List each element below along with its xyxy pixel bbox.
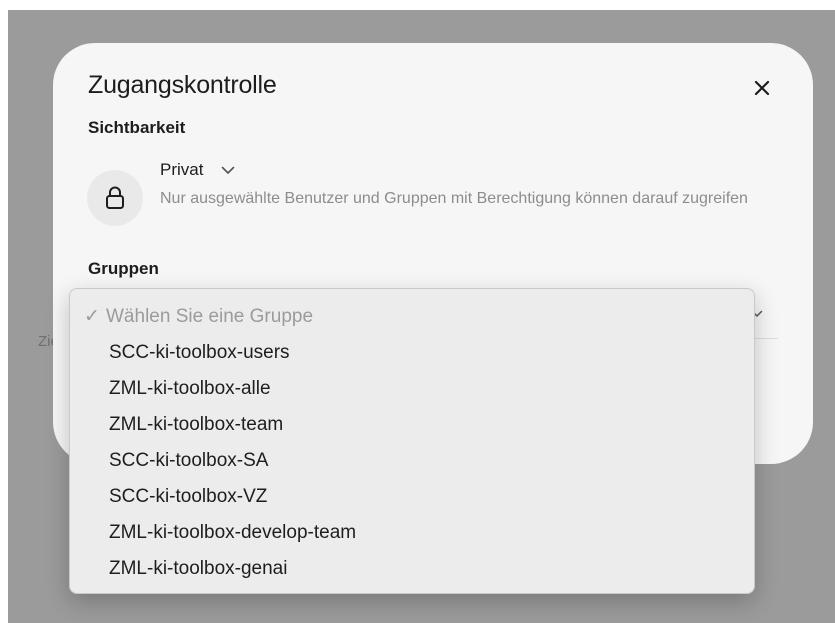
dropdown-option[interactable]: ZML-ki-toolbox-alle <box>109 371 271 407</box>
groups-heading: Gruppen <box>88 259 159 278</box>
visibility-select[interactable]: Privat <box>160 160 235 180</box>
visibility-heading: Sichtbarkeit <box>88 118 186 137</box>
modal-title: Zugangskontrolle <box>88 71 277 99</box>
visibility-icon-badge <box>87 170 143 226</box>
visibility-selected-value: Privat <box>160 160 204 179</box>
visibility-description: Nur ausgewählte Benutzer und Gruppen mit… <box>160 190 748 207</box>
dropdown-placeholder[interactable]: ✓ Wählen Sie eine Gruppe <box>84 299 313 335</box>
dropdown-option[interactable]: SCC-ki-toolbox-SA <box>109 443 268 479</box>
group-dropdown-menu[interactable]: ✓ Wählen Sie eine Gruppe SCC-ki-toolbox-u… <box>69 288 755 594</box>
dropdown-option[interactable]: ZML-ki-toolbox-develop-team <box>109 515 356 551</box>
dropdown-option[interactable]: ZML-ki-toolbox-genai <box>109 551 287 587</box>
dropdown-option[interactable]: ZML-ki-toolbox-team <box>109 407 283 443</box>
close-button[interactable] <box>748 74 776 102</box>
lock-icon <box>106 186 124 209</box>
close-icon <box>754 80 770 96</box>
dropdown-option[interactable]: SCC-ki-toolbox-users <box>109 335 290 371</box>
dropdown-placeholder-label: Wählen Sie eine Gruppe <box>106 306 314 327</box>
chevron-down-icon <box>221 166 235 175</box>
check-icon: ✓ <box>84 306 100 327</box>
dropdown-option[interactable]: SCC-ki-toolbox-VZ <box>109 479 267 515</box>
